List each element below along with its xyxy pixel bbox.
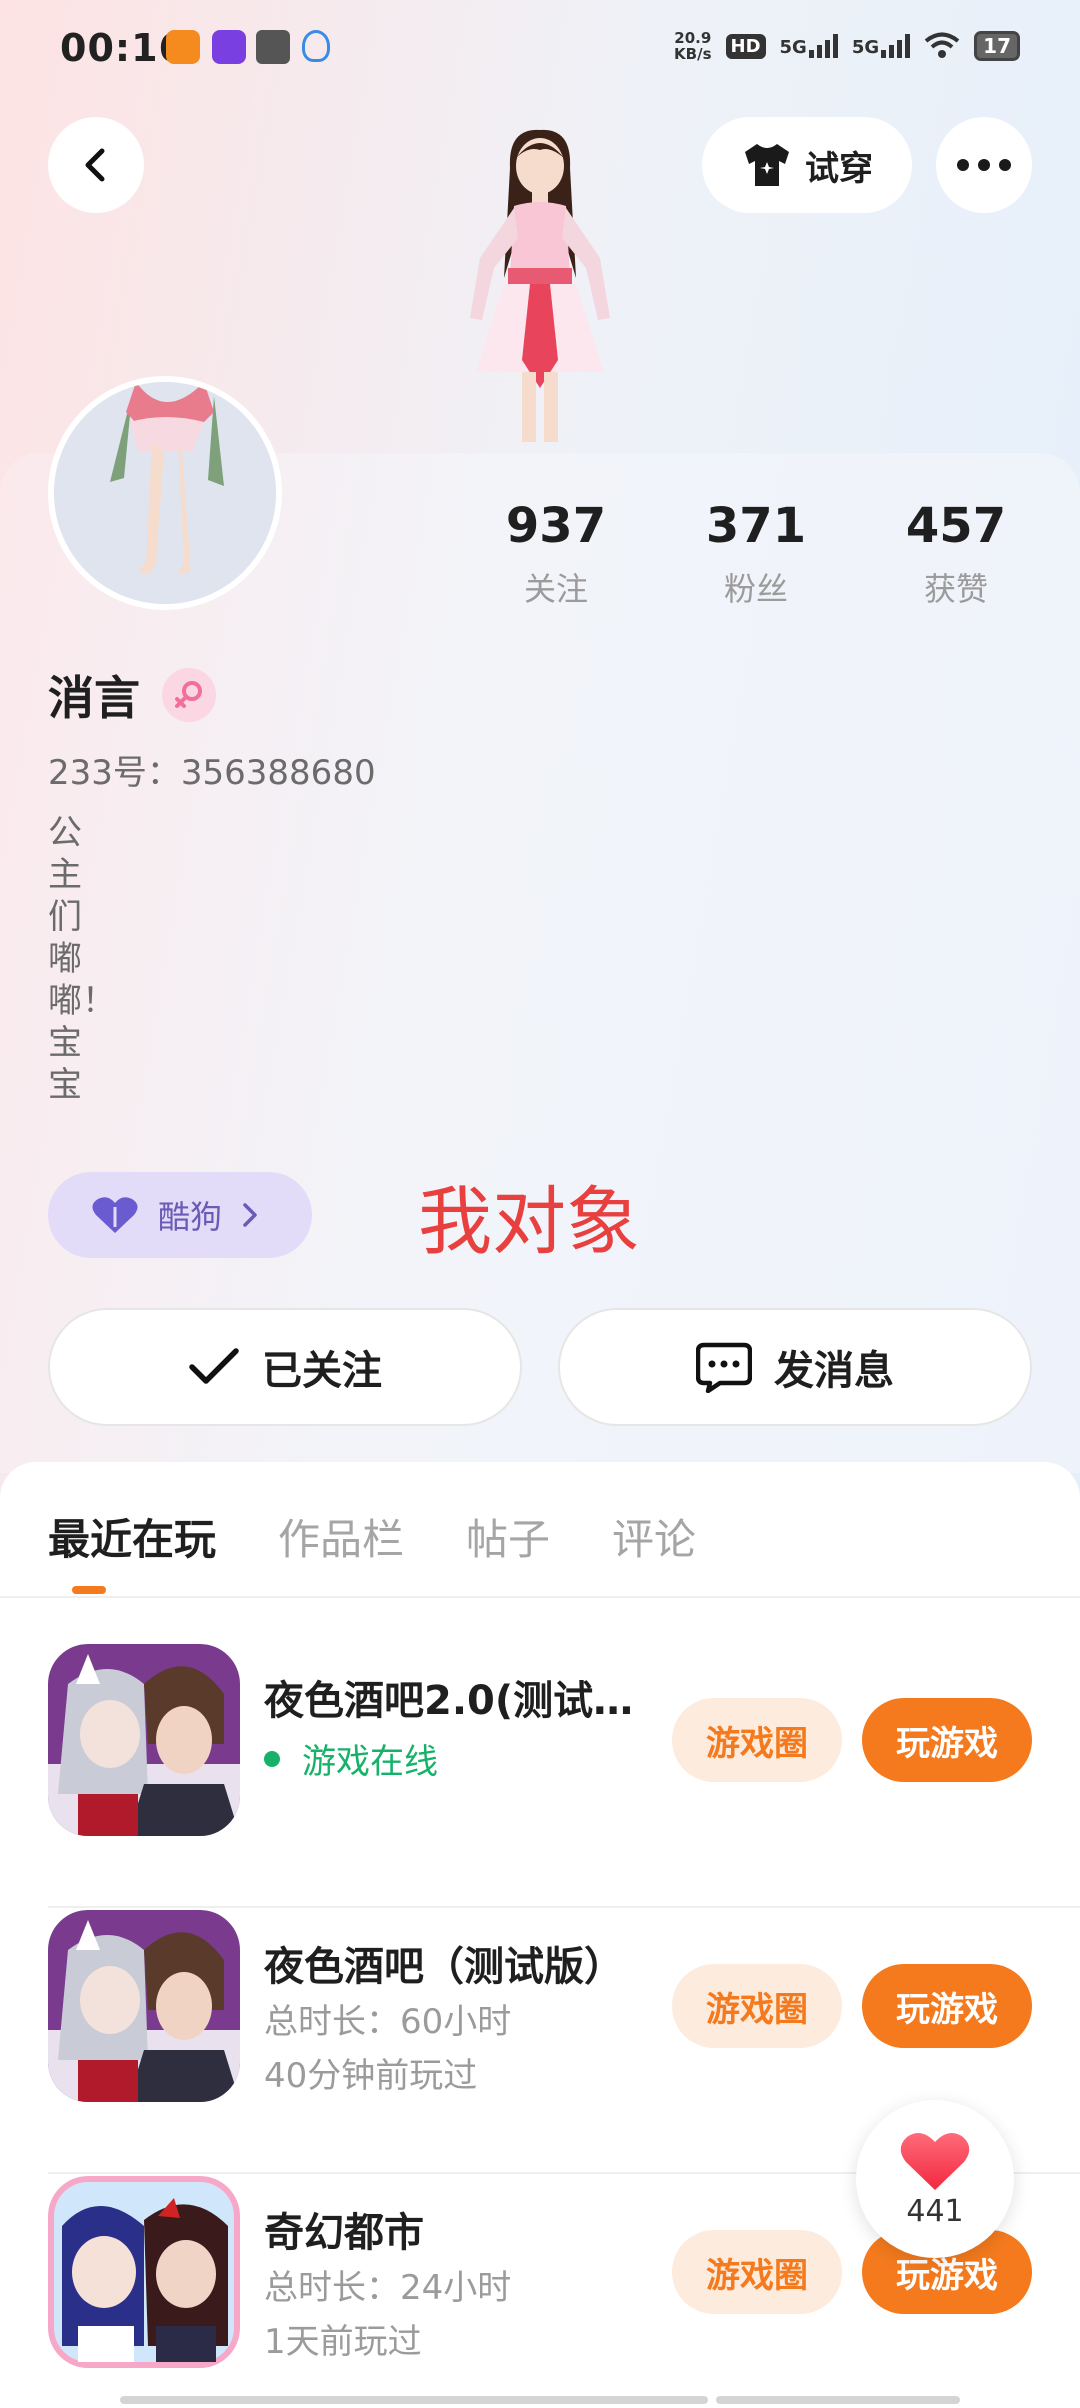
game-title: 夜色酒吧2.0(测试… bbox=[264, 1678, 634, 1724]
stat-value: 937 bbox=[505, 498, 607, 554]
game-total-duration: 总时长：24小时 bbox=[264, 2268, 512, 2308]
hd-icon: HD bbox=[725, 33, 766, 59]
stat-label: 粉丝 bbox=[723, 570, 788, 608]
game-icon bbox=[48, 1910, 240, 2102]
stat-likes[interactable]: 457 获赞 bbox=[856, 498, 1056, 610]
chat-bubble-icon bbox=[696, 1342, 752, 1393]
game-total-duration: 总时长：60小时 bbox=[264, 2002, 512, 2042]
try-on-label: 试穿 bbox=[805, 148, 873, 189]
tab-works[interactable]: 作品栏 bbox=[278, 1506, 404, 1567]
stat-followers[interactable]: 371 粉丝 bbox=[656, 498, 856, 610]
game-icon bbox=[48, 1644, 240, 1836]
game-title: 夜色酒吧（测试版） bbox=[264, 1944, 624, 1990]
stat-value: 371 bbox=[705, 498, 807, 554]
chevron-right-icon bbox=[243, 1203, 257, 1227]
stat-label: 关注 bbox=[523, 570, 588, 608]
tab-recently-played[interactable]: 最近在玩 bbox=[48, 1506, 216, 1567]
send-message-button[interactable]: 发消息 bbox=[558, 1308, 1032, 1426]
online-dot-icon bbox=[264, 1750, 280, 1767]
game-circle-button[interactable]: 游戏圈 bbox=[672, 1698, 842, 1782]
female-gender-icon bbox=[162, 668, 216, 722]
game-online-status: 游戏在线 bbox=[264, 1734, 438, 1783]
like-count: 441 bbox=[906, 2193, 964, 2229]
stat-value: 457 bbox=[905, 498, 1007, 554]
network-speed: 20.9 KB/s bbox=[674, 29, 712, 63]
status-indicators: 20.9 KB/s HD 5G 5G 17 bbox=[674, 30, 1020, 62]
shirt-icon bbox=[745, 144, 789, 186]
notification-calendar-icon bbox=[256, 30, 290, 64]
more-dots-icon bbox=[957, 159, 1011, 171]
notification-app-icon bbox=[212, 30, 246, 64]
battery-icon: 17 bbox=[974, 31, 1020, 61]
tab-posts[interactable]: 帖子 bbox=[466, 1506, 550, 1567]
heart-icon bbox=[900, 2132, 970, 2190]
handwritten-note: 我对象 bbox=[418, 1179, 640, 1265]
user-bio: 公主们嘟嘟！宝宝 bbox=[48, 813, 116, 1105]
user-name: 消言 bbox=[48, 671, 140, 725]
like-button[interactable]: 441 bbox=[856, 2100, 1014, 2258]
game-list-item[interactable]: 夜色酒吧（测试版） 总时长：60小时 40分钟前玩过 游戏圈 玩游戏 bbox=[48, 1910, 1080, 2174]
game-circle-button[interactable]: 游戏圈 bbox=[672, 2230, 842, 2314]
send-message-label: 发消息 bbox=[774, 1348, 894, 1394]
followed-label: 已关注 bbox=[262, 1348, 382, 1394]
content-panel: 最近在玩 作品栏 帖子 评论 夜色酒吧2.0(测试… 游戏在线 游戏圈 玩游戏 … bbox=[0, 1462, 1080, 2408]
online-status-label: 游戏在线 bbox=[302, 1742, 438, 1782]
heart-badge-icon bbox=[92, 1197, 138, 1233]
avatar-image bbox=[54, 382, 276, 604]
home-indicator bbox=[716, 2396, 960, 2404]
avatar-3d-figure[interactable] bbox=[430, 128, 650, 453]
notification-app-icon bbox=[166, 30, 200, 64]
signal-icon: 5G bbox=[780, 34, 838, 58]
back-arrow-icon bbox=[85, 148, 105, 182]
stat-label: 获赞 bbox=[923, 570, 988, 608]
check-icon bbox=[189, 1348, 239, 1384]
play-game-button[interactable]: 玩游戏 bbox=[862, 1964, 1032, 2048]
back-button[interactable] bbox=[48, 117, 144, 213]
stat-following[interactable]: 937 关注 bbox=[456, 498, 656, 610]
home-indicator bbox=[372, 2396, 708, 2404]
wifi-icon bbox=[924, 32, 960, 58]
avatar[interactable] bbox=[48, 376, 282, 610]
more-options-button[interactable] bbox=[936, 117, 1032, 213]
status-bar: 00:16 20.9 KB/s HD 5G 5G 17 bbox=[0, 0, 1080, 100]
notification-qq-icon bbox=[302, 30, 330, 62]
divider bbox=[0, 1596, 1080, 1598]
active-tab-indicator bbox=[72, 1586, 106, 1594]
try-on-button[interactable]: 试穿 bbox=[702, 117, 912, 213]
followed-button[interactable]: 已关注 bbox=[48, 1308, 522, 1426]
user-id: 233号：356388680 bbox=[48, 753, 376, 793]
divider bbox=[48, 1906, 1080, 1908]
tab-comments[interactable]: 评论 bbox=[612, 1506, 696, 1567]
game-last-played: 40分钟前玩过 bbox=[264, 2056, 478, 2096]
game-title: 奇幻都市 bbox=[264, 2210, 424, 2256]
name-row: 消言 bbox=[48, 662, 216, 728]
game-last-played: 1天前玩过 bbox=[264, 2322, 422, 2362]
game-circle-button[interactable]: 游戏圈 bbox=[672, 1964, 842, 2048]
game-icon bbox=[48, 2176, 240, 2368]
signal-icon: 5G bbox=[852, 34, 911, 58]
play-game-button[interactable]: 玩游戏 bbox=[862, 1698, 1032, 1782]
badge-label: 酷狗 bbox=[158, 1198, 223, 1236]
tab-bar: 最近在玩 作品栏 帖子 评论 bbox=[48, 1506, 696, 1567]
game-list-item[interactable]: 夜色酒吧2.0(测试… 游戏在线 游戏圈 玩游戏 bbox=[48, 1644, 1080, 1908]
profile-stats: 937 关注 371 粉丝 457 获赞 bbox=[456, 498, 1056, 610]
music-badge-button[interactable]: 酷狗 bbox=[48, 1172, 312, 1258]
